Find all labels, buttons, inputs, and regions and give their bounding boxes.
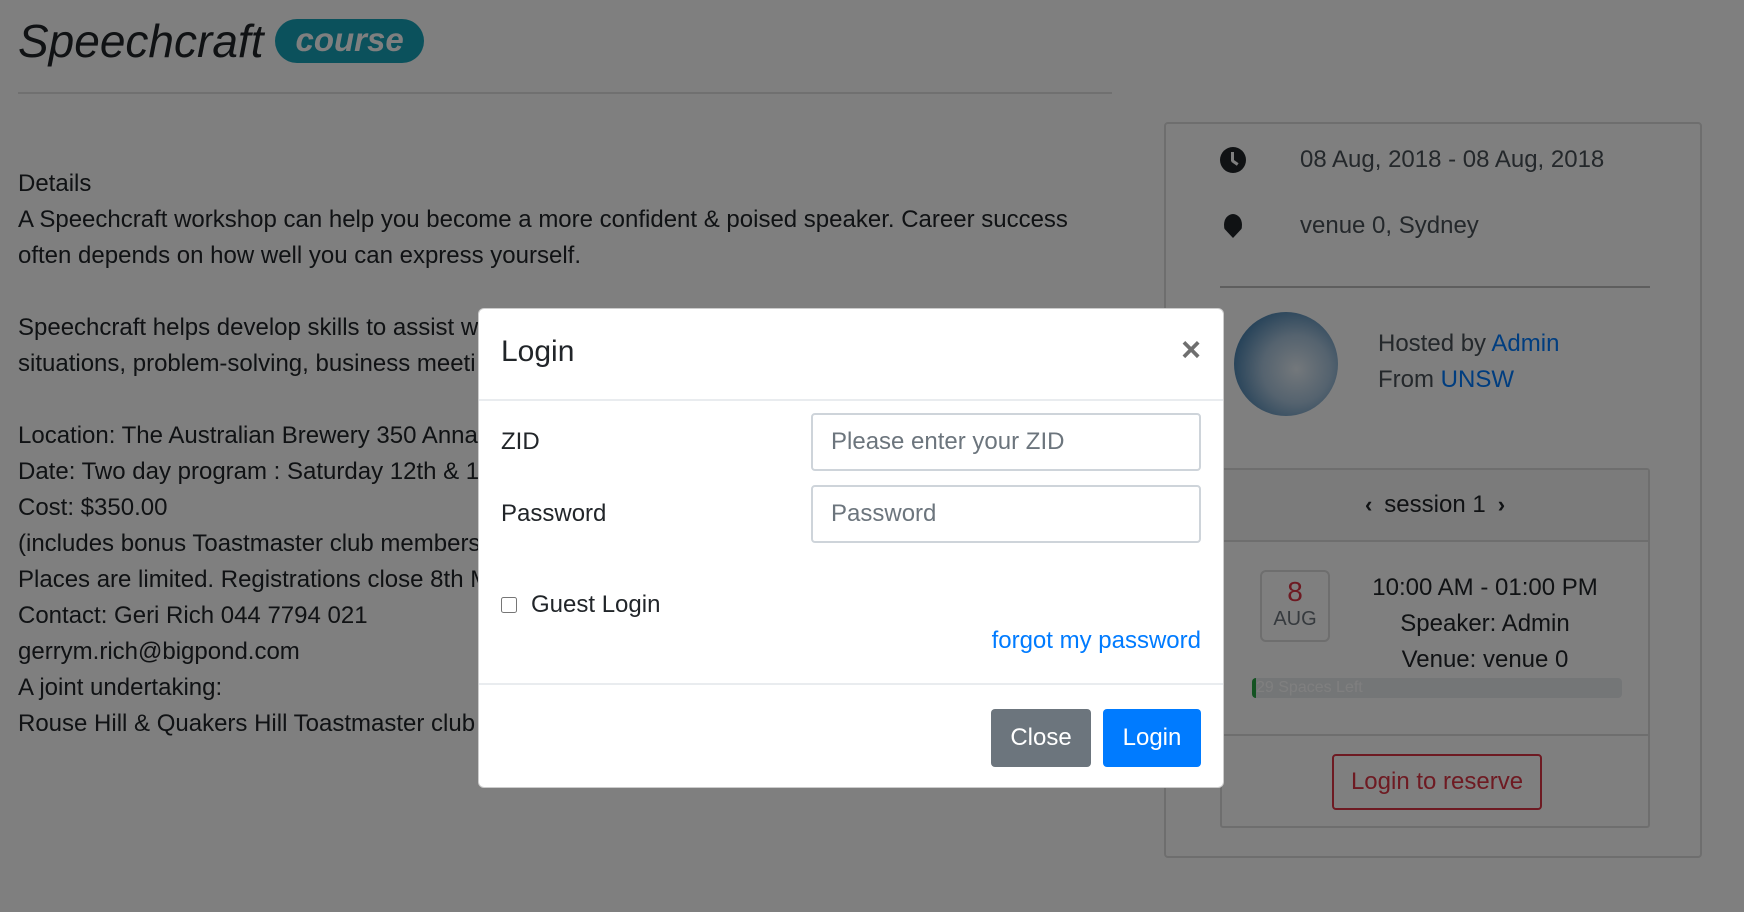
zid-row: ZID xyxy=(501,413,1201,471)
modal-footer: Close Login xyxy=(479,683,1223,789)
password-row: Password xyxy=(501,485,1201,543)
modal-title: Login xyxy=(501,335,575,368)
password-label: Password xyxy=(501,500,607,527)
forgot-password-link[interactable]: forgot my password xyxy=(992,627,1201,655)
zid-input[interactable] xyxy=(811,413,1201,471)
modal-header: Login × xyxy=(479,309,1223,401)
login-modal: Login × ZID Password Guest Login forgot … xyxy=(478,308,1224,788)
close-icon[interactable]: × xyxy=(1181,333,1201,367)
guest-login-checkbox[interactable] xyxy=(501,597,517,613)
login-button[interactable]: Login xyxy=(1103,709,1201,767)
close-button[interactable]: Close xyxy=(991,709,1091,767)
zid-label: ZID xyxy=(501,428,540,455)
password-input[interactable] xyxy=(811,485,1201,543)
guest-login-row: Guest Login xyxy=(501,591,660,619)
guest-login-label: Guest Login xyxy=(531,591,661,618)
